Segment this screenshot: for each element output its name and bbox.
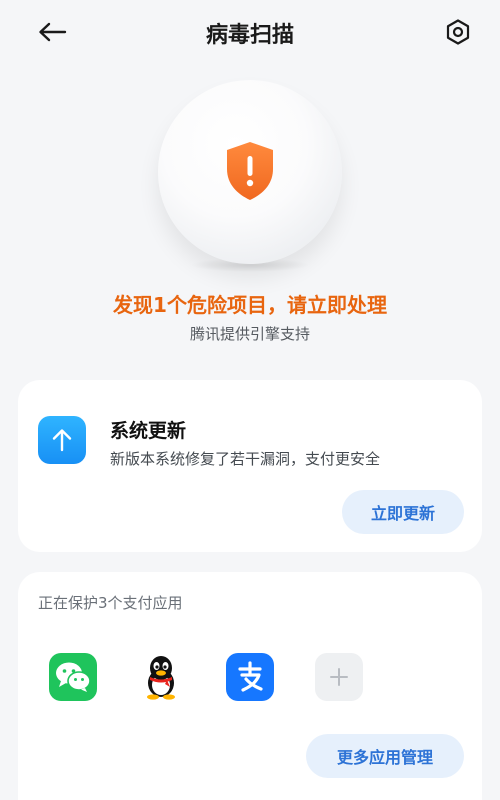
header-bar: 病毒扫描 (0, 0, 500, 64)
page-title: 病毒扫描 (205, 23, 294, 48)
settings-button[interactable] (442, 16, 474, 48)
upload-arrow-icon (38, 416, 86, 464)
add-app-button[interactable] (315, 653, 363, 701)
update-title: 系统更新 (110, 420, 187, 442)
engine-credit-text: 腾讯提供引擎支持 (189, 325, 310, 343)
update-now-button[interactable]: 立即更新 (342, 490, 464, 534)
settings-hexagon-icon (446, 19, 470, 45)
protection-status-label: 正在保护3个支付应用 (38, 594, 183, 612)
warning-shield-icon (227, 142, 273, 200)
danger-alert-text: 发现1个危险项目，请立即处理 (113, 293, 387, 317)
more-app-management-button[interactable]: 更多应用管理 (306, 734, 464, 778)
update-description: 新版本系统修复了若干漏洞，支付更安全 (110, 450, 381, 468)
alipay-icon[interactable] (226, 653, 274, 701)
plus-icon (330, 668, 348, 686)
system-update-card: 系统更新 新版本系统修复了若干漏洞，支付更安全 立即更新 (18, 380, 482, 552)
qq-penguin-icon[interactable] (137, 653, 185, 701)
wechat-icon[interactable] (49, 653, 97, 701)
payment-protection-card: 正在保护3个支付应用 更多应用管理 (18, 572, 482, 800)
